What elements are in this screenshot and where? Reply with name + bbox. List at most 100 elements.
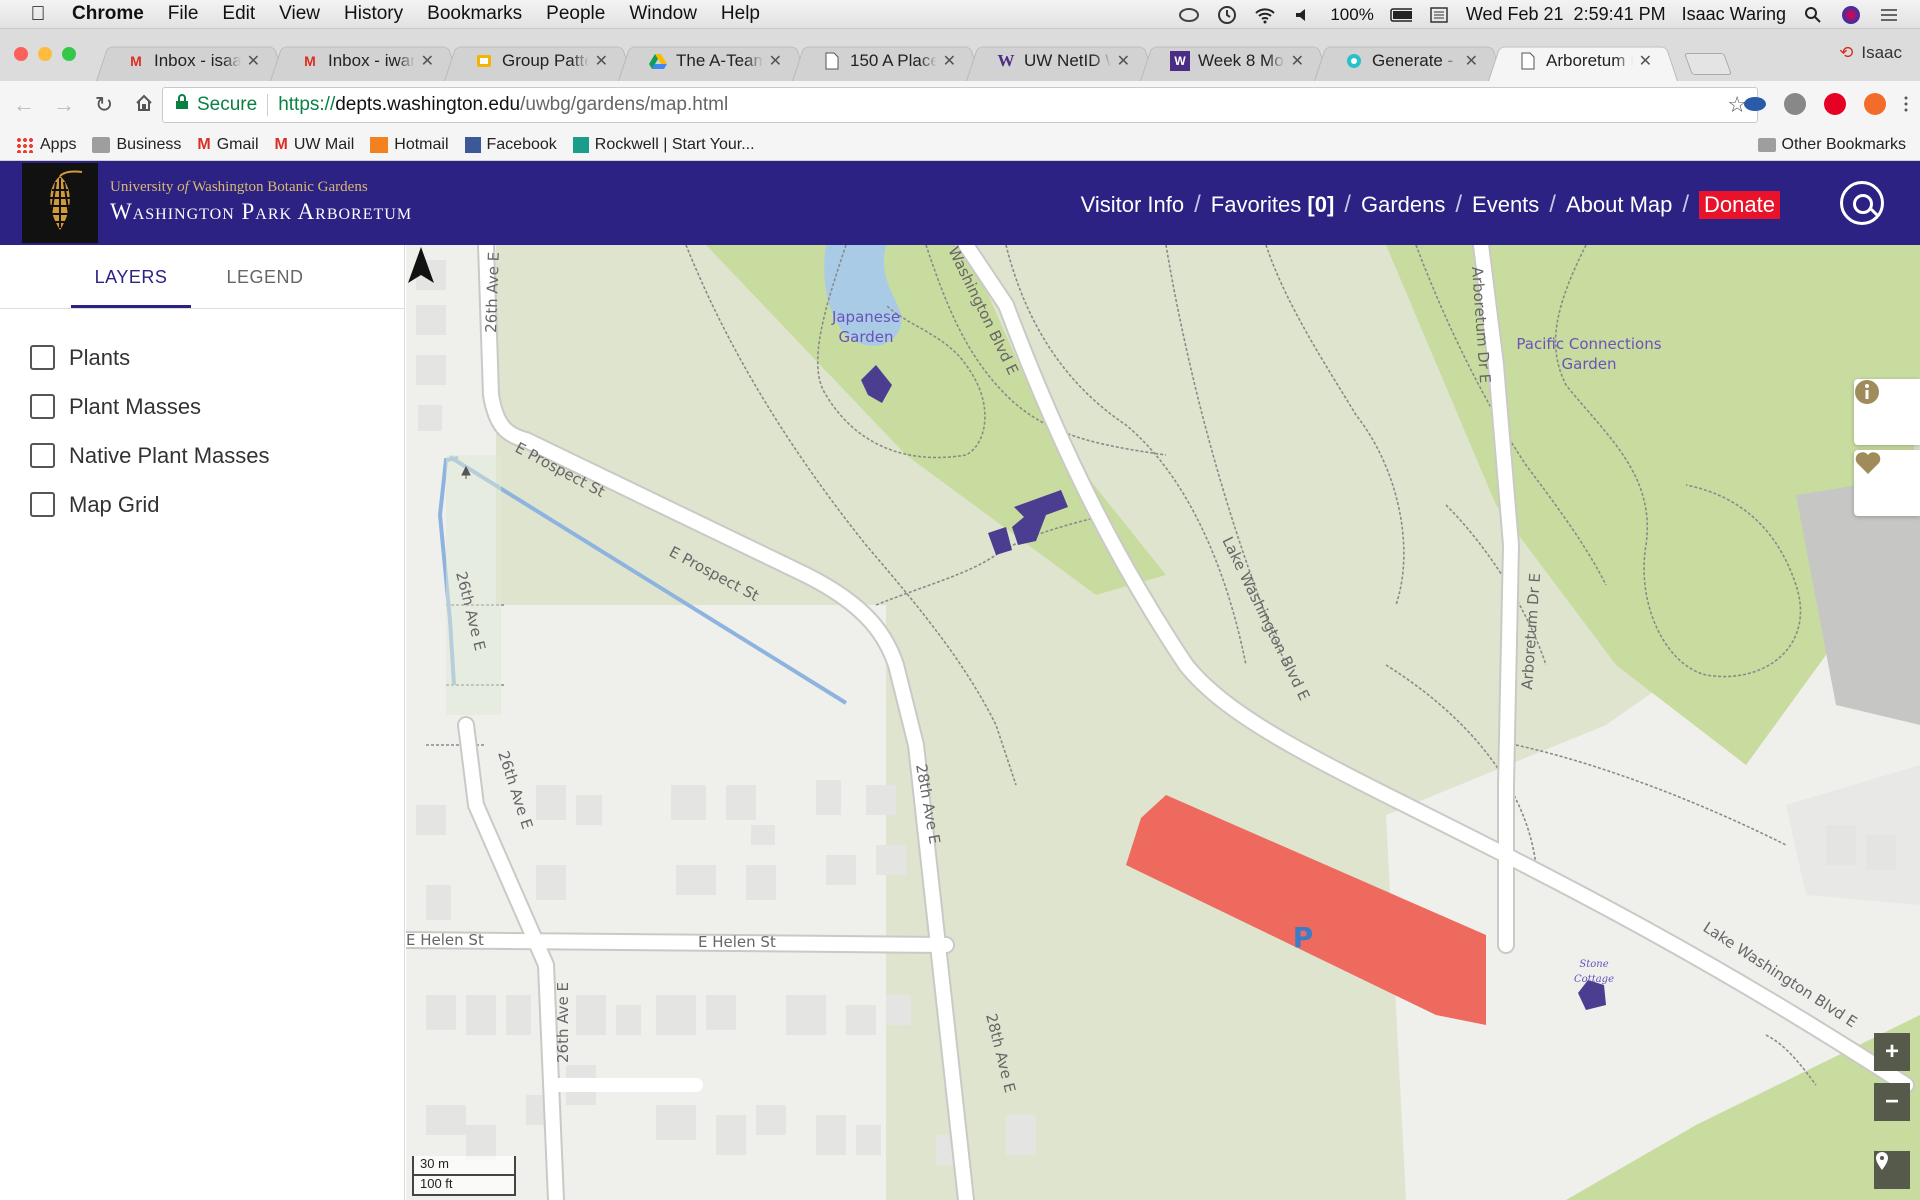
profile-button[interactable]: ⟲ Isaac — [1839, 43, 1902, 63]
parking-icon: P — [1293, 921, 1314, 954]
layer-plant-masses[interactable]: Plant Masses — [0, 382, 404, 431]
bookmark-hotmail[interactable]: Hotmail — [370, 136, 449, 154]
spotlight-search-icon[interactable] — [1802, 6, 1824, 24]
page-icon — [1518, 51, 1538, 71]
layer-checkbox[interactable] — [30, 443, 55, 468]
tab-uw-netid[interactable]: WUW NetID Web✕ — [966, 41, 1156, 81]
minimize-window-button[interactable] — [38, 47, 52, 61]
home-icon[interactable] — [124, 92, 164, 118]
close-tab-icon[interactable]: ✕ — [421, 51, 434, 71]
close-tab-icon[interactable]: ✕ — [1465, 51, 1478, 71]
nav-events[interactable]: Events — [1472, 192, 1539, 218]
facebook-icon — [464, 136, 481, 153]
notification-center-icon[interactable] — [1878, 6, 1900, 24]
close-tab-icon[interactable]: ✕ — [1639, 51, 1652, 71]
layer-plants[interactable]: Plants — [0, 333, 404, 382]
user-name[interactable]: Isaac Waring — [1682, 4, 1786, 25]
reload-icon[interactable]: ↻ — [84, 92, 124, 118]
zoom-window-button[interactable] — [62, 47, 76, 61]
back-icon[interactable]: ← — [4, 92, 44, 118]
volume-icon[interactable] — [1292, 6, 1314, 24]
bookmark-facebook[interactable]: Facebook — [464, 136, 557, 154]
nav-visitor-info[interactable]: Visitor Info — [1081, 192, 1185, 218]
other-bookmarks[interactable]: Other Bookmarks — [1757, 136, 1906, 154]
close-tab-icon[interactable]: ✕ — [769, 51, 782, 71]
pinecone-logo[interactable] — [22, 163, 98, 243]
zoom-in-button[interactable]: + — [1874, 1033, 1910, 1071]
creative-cloud-icon[interactable] — [1178, 6, 1200, 24]
tab-group-pattern[interactable]: Group Pattern✕ — [444, 41, 634, 81]
tab-150-a-place[interactable]: 150 A Place To✕ — [792, 41, 982, 81]
menu-edit[interactable]: Edit — [222, 3, 255, 25]
menu-history[interactable]: History — [344, 3, 403, 25]
apple-menu-icon[interactable]:  — [18, 3, 58, 26]
map-canvas[interactable]: Japanese Garden Pacific Connections Gard… — [406, 245, 1920, 1200]
close-tab-icon[interactable]: ✕ — [247, 51, 260, 71]
new-tab-button[interactable] — [1683, 53, 1733, 75]
menu-file[interactable]: File — [168, 3, 199, 25]
locate-button[interactable] — [1874, 1151, 1910, 1189]
nav-gardens[interactable]: Gardens — [1361, 192, 1445, 218]
eye-extension-icon[interactable] — [1744, 97, 1766, 111]
chrome-menu-icon[interactable] — [1904, 95, 1908, 113]
nav-donate-button[interactable]: Donate — [1699, 191, 1780, 219]
menu-view[interactable]: View — [279, 3, 320, 25]
label-stone-cottage-2: Cottage — [1574, 974, 1614, 985]
tab-week-8-module[interactable]: WWeek 8 Module✕ — [1140, 41, 1330, 81]
nav-about-map[interactable]: About Map — [1566, 192, 1672, 218]
zoom-out-button[interactable]: − — [1874, 1083, 1910, 1121]
menu-bookmarks[interactable]: Bookmarks — [427, 3, 522, 25]
tab-generate[interactable]: Generate - Coo✕ — [1314, 41, 1504, 81]
brand-title[interactable]: Washington Park Arboretum — [110, 199, 412, 225]
scale-metric: 30 m — [412, 1156, 516, 1176]
extensions-area — [1744, 93, 1908, 115]
tab-arboretum-map[interactable]: Arboretum Map✕ — [1488, 41, 1678, 81]
close-tab-icon[interactable]: ✕ — [943, 51, 956, 71]
lightbulb-extension-icon[interactable] — [1784, 93, 1806, 115]
favorites-button[interactable] — [1854, 450, 1920, 516]
bookmark-rockwell[interactable]: Rockwell | Start Your... — [572, 136, 755, 154]
tab-inbox-iwaring[interactable]: MInbox - iwaring✕ — [270, 41, 460, 81]
url-host: depts.washington.edu — [335, 94, 521, 115]
layer-checkbox[interactable] — [30, 345, 55, 370]
layer-checkbox[interactable] — [30, 394, 55, 419]
siri-icon[interactable] — [1840, 5, 1862, 24]
clock[interactable]: Wed Feb 21 2:59:41 PM — [1466, 4, 1666, 25]
keyboard-viewer-icon[interactable] — [1428, 6, 1450, 24]
bookmark-gmail[interactable]: M Gmail — [197, 136, 258, 154]
close-tab-icon[interactable]: ✕ — [1291, 51, 1304, 71]
menu-help[interactable]: Help — [721, 3, 760, 25]
battery-icon[interactable] — [1390, 6, 1412, 24]
time-machine-icon[interactable] — [1216, 5, 1238, 24]
address-bar[interactable]: Secure https:// depts.washington.edu /uw… — [162, 87, 1758, 123]
menu-window[interactable]: Window — [629, 3, 697, 25]
layer-map-grid[interactable]: Map Grid — [0, 480, 404, 529]
lock-icon[interactable] — [175, 94, 189, 116]
search-icon[interactable] — [1840, 181, 1884, 225]
map-sidebar: LAYERS LEGEND Plants Plant Masses Native… — [0, 245, 405, 1200]
secure-label[interactable]: Secure — [197, 94, 257, 116]
forward-icon[interactable]: → — [44, 92, 84, 118]
info-button[interactable] — [1854, 379, 1920, 445]
tab-layers[interactable]: LAYERS — [71, 245, 191, 308]
nav-favorites[interactable]: Favorites [0] — [1211, 192, 1335, 218]
sync-paused-icon: ⟲ — [1839, 43, 1854, 62]
honey-extension-icon[interactable] — [1864, 93, 1886, 115]
wifi-icon[interactable] — [1254, 6, 1276, 24]
bookmark-apps[interactable]: Apps — [16, 136, 76, 154]
slides-icon — [474, 51, 494, 71]
layer-checkbox[interactable] — [30, 492, 55, 517]
label-stone-cottage: Stone — [1579, 959, 1608, 970]
bookmark-business[interactable]: Business — [92, 136, 181, 154]
close-tab-icon[interactable]: ✕ — [595, 51, 608, 71]
menu-app-name[interactable]: Chrome — [72, 3, 144, 25]
menu-people[interactable]: People — [546, 3, 605, 25]
tab-the-a-team[interactable]: The A-Team - T✕ — [618, 41, 808, 81]
close-window-button[interactable] — [14, 47, 28, 61]
tab-legend[interactable]: LEGEND — [205, 245, 325, 308]
layer-native-plant-masses[interactable]: Native Plant Masses — [0, 431, 404, 480]
tab-inbox-isaacwa[interactable]: MInbox - isaacwa✕ — [96, 41, 286, 81]
pinterest-icon[interactable] — [1824, 93, 1846, 115]
bookmark-uw-mail[interactable]: M UW Mail — [275, 136, 355, 154]
close-tab-icon[interactable]: ✕ — [1117, 51, 1130, 71]
